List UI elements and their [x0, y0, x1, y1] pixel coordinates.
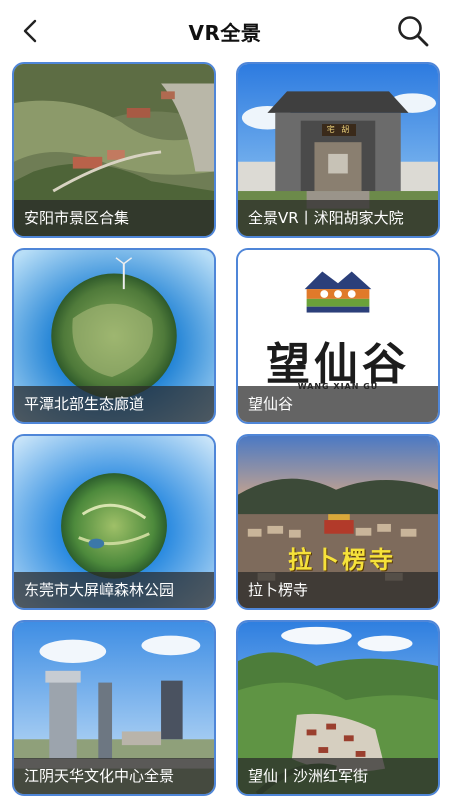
panorama-card[interactable]: 安阳市景区合集: [12, 62, 216, 238]
page-title: VR全景: [188, 21, 262, 45]
search-icon: [398, 16, 429, 47]
card-caption: 望仙丨沙洲红军街: [238, 758, 438, 794]
panorama-card[interactable]: 江阴天华文化中心全景: [12, 620, 216, 796]
search-button[interactable]: [396, 14, 430, 48]
gate-sign: 宅 胡: [322, 124, 356, 136]
card-caption: 望仙谷: [238, 386, 438, 422]
card-caption: 东莞市大屏嶂森林公园: [14, 572, 214, 608]
panorama-card[interactable]: 望仙谷 WANG XIAN GU 望仙谷: [236, 248, 440, 424]
panorama-card[interactable]: 宅 胡 全景VR丨沭阳胡家大院: [236, 62, 440, 238]
panorama-card[interactable]: 拉卜楞寺 拉卜楞寺: [236, 434, 440, 610]
panorama-card[interactable]: 望仙丨沙洲红军街: [236, 620, 440, 796]
card-caption: 全景VR丨沭阳胡家大院: [238, 200, 438, 236]
card-caption: 平潭北部生态廊道: [14, 386, 214, 422]
top-bar: VR全景: [0, 0, 450, 62]
card-caption: 江阴天华文化中心全景: [14, 758, 214, 794]
card-caption: 拉卜楞寺: [238, 572, 438, 608]
title-banner: 拉卜楞寺: [288, 545, 396, 574]
panorama-card[interactable]: 东莞市大屏嶂森林公园: [12, 434, 216, 610]
card-caption: 安阳市景区合集: [14, 200, 214, 236]
panorama-card[interactable]: 平潭北部生态廊道: [12, 248, 216, 424]
